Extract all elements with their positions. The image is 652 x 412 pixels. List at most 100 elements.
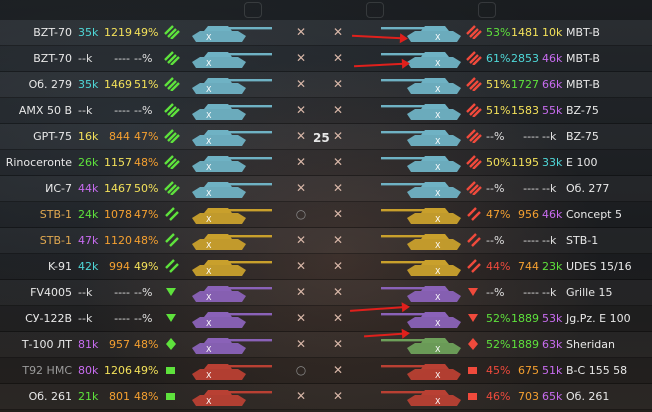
right-player-games: 33k: [542, 156, 563, 169]
svg-text:X: X: [206, 345, 212, 354]
player-row: AMX 50 B --k ---- --% X ✕ ✕ X 51% 1583 55k BZ-75: [0, 98, 652, 124]
svg-text:X: X: [435, 293, 441, 302]
right-player-battles: ----: [523, 130, 539, 143]
right-player-battles: 1583: [511, 104, 539, 117]
heavy-class-icon: [164, 150, 184, 175]
right-tank-icon: X: [375, 280, 465, 305]
player-row: BZT-70 35k 1219 49% X ✕ ✕ X 53% 1481 10k MBT-B: [0, 20, 652, 46]
left-player-games: --k: [78, 104, 93, 117]
player-row: Об. 279 35k 1469 51% X ✕ ✕ X 51% 1727 66k MBT-B: [0, 72, 652, 98]
svg-text:X: X: [435, 137, 441, 146]
svg-text:X: X: [206, 33, 212, 42]
heavy-class-icon: [466, 176, 482, 201]
destroyed-icon: ✕: [295, 181, 307, 195]
left-player-winrate: 49%: [134, 364, 159, 377]
heavy-class-icon: [466, 150, 482, 175]
right-player-winrate: 52%: [486, 312, 511, 325]
spg-class-icon: [164, 384, 184, 409]
right-player-tank-name: MBT-B: [566, 78, 600, 91]
left-player-tank-name: STB-1: [39, 234, 72, 247]
svg-text:X: X: [206, 189, 212, 198]
right-player-winrate: 52%: [486, 338, 511, 351]
left-player-games: 81k: [78, 338, 99, 351]
left-tank-icon: X: [188, 358, 278, 383]
left-player-tank-name: ИС-7: [45, 182, 72, 195]
heavy-class-icon: [466, 46, 482, 71]
left-player-tank-name: T92 HMC: [22, 364, 72, 377]
destroyed-icon: ✕: [295, 155, 307, 169]
right-tank-icon: X: [375, 306, 465, 331]
left-player-games: 42k: [78, 260, 99, 273]
destroyed-icon: ✕: [295, 129, 307, 143]
svg-text:X: X: [206, 137, 212, 146]
player-row: STB-1 24k 1078 47% X ○ ✕ X 47% 956 46k Concept 5: [0, 202, 652, 228]
heavy-class-icon: [164, 72, 184, 97]
alive-icon: ○: [295, 207, 307, 221]
right-player-winrate: 53%: [486, 26, 511, 39]
destroyed-icon: ✕: [295, 311, 307, 325]
right-player-games: 66k: [542, 78, 563, 91]
medium-class-icon: [466, 254, 482, 279]
right-tank-icon: X: [375, 384, 465, 409]
left-tank-icon: X: [188, 176, 278, 201]
right-player-battles: 1195: [511, 156, 539, 169]
left-player-tank-name: Т-100 ЛТ: [21, 338, 72, 351]
right-player-winrate: 44%: [486, 260, 511, 273]
svg-text:X: X: [206, 163, 212, 172]
left-player-tank-name: FV4005: [30, 286, 72, 299]
medium-class-icon: [164, 254, 184, 279]
destroyed-icon: ✕: [332, 259, 344, 273]
right-player-tank-name: MBT-B: [566, 52, 600, 65]
destroyed-icon: ✕: [295, 103, 307, 117]
left-player-battles: ----: [114, 286, 130, 299]
right-player-winrate: 50%: [486, 156, 511, 169]
player-row: BZT-70 --k ---- --% X ✕ ✕ X 61% 2853 46k MBT-B: [0, 46, 652, 72]
left-player-games: 35k: [78, 26, 99, 39]
right-tank-icon: X: [375, 124, 465, 149]
svg-text:X: X: [206, 241, 212, 250]
player-row: Т-100 ЛТ 81k 957 48% X ✕ ✕ X 52% 1889 63k Sheridan: [0, 332, 652, 358]
left-player-tank-name: AMX 50 B: [18, 104, 72, 117]
left-player-battles: 994: [109, 260, 130, 273]
left-player-tank-name: STB-1: [39, 208, 72, 221]
svg-text:X: X: [435, 59, 441, 68]
left-player-games: 16k: [78, 130, 99, 143]
right-player-games: --k: [542, 286, 557, 299]
player-row: СУ-122В --k ---- --% X ✕ ✕ X 52% 1889 53k Jg.Pz. E …: [0, 306, 652, 332]
player-row: Rinoceronte 26k 1157 48% X ✕ ✕ X 50% 1195 33k E 100: [0, 150, 652, 176]
right-player-winrate: --%: [486, 130, 505, 143]
top-bar: [0, 0, 652, 20]
left-player-battles: 1469: [104, 78, 132, 91]
left-tank-icon: X: [188, 280, 278, 305]
svg-text:X: X: [206, 293, 212, 302]
right-player-games: 10k: [542, 26, 563, 39]
svg-text:X: X: [435, 33, 441, 42]
svg-text:X: X: [206, 397, 212, 406]
medium-class-icon: [466, 228, 482, 253]
right-player-tank-name: Grille 15: [566, 286, 613, 299]
right-player-tank-name: Concept 5: [566, 208, 622, 221]
destroyed-icon: ✕: [332, 155, 344, 169]
left-player-battles: ----: [114, 312, 130, 325]
destroyed-icon: ✕: [332, 103, 344, 117]
right-player-games: 46k: [542, 52, 563, 65]
left-player-winrate: 49%: [134, 260, 159, 273]
destroyed-icon: ✕: [332, 181, 344, 195]
right-player-tank-name: Об. 261: [566, 390, 610, 403]
right-tank-icon: X: [375, 98, 465, 123]
td-class-icon: [466, 306, 482, 331]
right-tank-icon: X: [375, 228, 465, 253]
light-class-icon: [466, 332, 482, 357]
right-player-games: 55k: [542, 104, 563, 117]
right-player-winrate: 45%: [486, 364, 511, 377]
right-player-battles: 1889: [511, 312, 539, 325]
left-player-winrate: 49%: [134, 26, 159, 39]
left-player-games: 26k: [78, 156, 99, 169]
right-team-extra-icon: [478, 2, 496, 18]
right-player-tank-name: UDES 15/16: [566, 260, 632, 273]
left-player-battles: 1157: [104, 156, 132, 169]
left-player-winrate: 51%: [134, 78, 159, 91]
destroyed-icon: ✕: [332, 129, 344, 143]
right-team-tab-icon: [366, 2, 384, 18]
left-team-tab-icon: [244, 2, 262, 18]
